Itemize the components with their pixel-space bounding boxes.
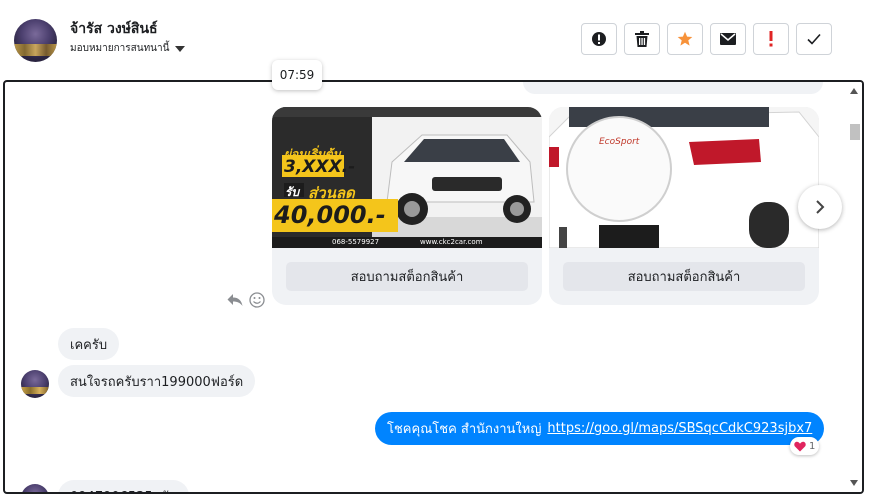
emoji-reaction-icon[interactable] [249, 292, 265, 308]
exclamation-icon [769, 31, 773, 47]
scroll-thumb[interactable] [850, 124, 860, 140]
done-button[interactable] [796, 23, 832, 55]
heart-icon [794, 441, 806, 451]
envelope-icon [720, 33, 736, 45]
promo-amount-text: 3,XXX.- [284, 157, 356, 177]
promo-phone-text: 068-5579927 [332, 238, 380, 246]
message-reaction[interactable]: 1 [790, 437, 820, 455]
contact-avatar [21, 370, 49, 398]
conversation-header: จ้ารัส วงษ์สินธ์ มอบหมายการสนทนานี้ [0, 0, 871, 80]
product-card: ผ่อนเริ่มต้น 3,XXX.- รับ ส่วนลด 40,000.-… [272, 107, 542, 305]
message-thread[interactable]: ผ่อนเริ่มต้น 3,XXX.- รับ ส่วนลด 40,000.-… [3, 80, 864, 494]
delete-button[interactable] [624, 23, 660, 55]
product-card: EcoSport สอบถามสต็อกสินค้า [549, 107, 819, 305]
outgoing-message[interactable]: โชคคุณโชค สำนักงานใหญ่ https://goo.gl/ma… [375, 412, 825, 445]
ask-stock-button[interactable]: สอบถามสต็อกสินค้า [286, 262, 528, 291]
assign-label: มอบหมายการสนทนานี้ [70, 43, 170, 54]
scroll-down-icon[interactable] [850, 480, 858, 486]
promo-discount-text: 40,000.- [274, 201, 386, 229]
message-text: เคครับ [70, 337, 108, 353]
chevron-right-icon [816, 200, 825, 214]
assign-dropdown[interactable]: มอบหมายการสนทนานี้ [70, 41, 186, 56]
email-button[interactable] [710, 23, 746, 55]
star-icon [677, 31, 693, 46]
scroll-up-icon[interactable] [850, 88, 858, 94]
reply-icon[interactable] [227, 293, 243, 307]
promo-discount-prefix: รับ [285, 185, 300, 199]
message-text: โชคคุณโชค สำนักงานใหญ่ [387, 422, 542, 437]
incoming-message[interactable]: สนใจรถครับราา199000ฟอร์ด [58, 365, 256, 397]
carousel-next-button[interactable] [798, 185, 842, 229]
promo-site-text: www.ckc2car.com [420, 238, 483, 246]
urgent-button[interactable] [753, 23, 789, 55]
alert-circle-button[interactable] [581, 23, 617, 55]
star-button[interactable] [667, 23, 703, 55]
previous-message-bubble [523, 82, 823, 94]
alert-circle-icon [592, 32, 606, 46]
contact-avatar[interactable] [14, 19, 57, 62]
promo-overlay: ผ่อนเริ่มต้น 3,XXX.- รับ ส่วนลด 40,000.-… [272, 107, 542, 248]
scrollbar[interactable] [846, 82, 862, 492]
message-text: 0947906535ครับ [70, 486, 177, 493]
ask-stock-button[interactable]: สอบถามสต็อกสินค้า [563, 262, 805, 291]
trash-icon [635, 31, 649, 47]
contact-avatar [21, 484, 49, 492]
maps-link[interactable]: https://goo.gl/maps/SBSqcCdkC923sjbx7 [547, 421, 812, 436]
contact-name[interactable]: จ้ารัส วงษ์สินธ์ [70, 18, 158, 40]
message-actions [227, 292, 265, 308]
action-toolbar [581, 23, 832, 55]
svg-text:EcoSport: EcoSport [599, 137, 640, 147]
incoming-message[interactable]: 0947906535ครับ [58, 480, 189, 493]
message-text: สนใจรถครับราา199000ฟอร์ด [70, 374, 244, 390]
caret-down-icon [175, 45, 186, 52]
product-image[interactable]: EcoSport [549, 107, 819, 248]
reaction-count: 1 [809, 440, 816, 452]
check-icon [807, 33, 821, 45]
message-time-tooltip: 07:59 [272, 60, 322, 90]
incoming-message[interactable]: เคครับ [58, 328, 120, 360]
